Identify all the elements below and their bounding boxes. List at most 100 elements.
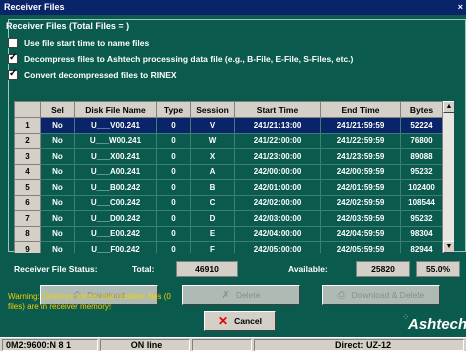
- file-name-cell: U___X00.241: [74, 148, 157, 165]
- session-cell: B: [190, 179, 235, 196]
- title-bar: Receiver Files ×: [0, 0, 466, 15]
- sel-cell[interactable]: No: [40, 225, 75, 242]
- download-delete-label: Download & Delete: [351, 290, 425, 300]
- session-cell: D: [190, 210, 235, 227]
- option-label: Decompress files to Ashtech processing d…: [24, 54, 354, 64]
- type-cell: 0: [156, 194, 191, 211]
- receiver-files-window: Receiver Files (Total Files = ) Use file…: [0, 15, 466, 337]
- cancel-x-icon: ✕: [218, 314, 229, 328]
- start-time-cell: 242/02:00:00: [234, 194, 321, 211]
- row-number: 8: [14, 225, 41, 242]
- bytes-cell: 95232: [400, 210, 443, 227]
- delete-label: Delete: [235, 290, 261, 300]
- port-settings: 0M2:9600:N 8 1: [2, 339, 98, 351]
- type-cell: 0: [156, 225, 191, 242]
- table-row[interactable]: 3 No U___X00.241 0 X 241/23:00:00 241/23…: [14, 148, 443, 165]
- sel-cell[interactable]: No: [40, 132, 75, 149]
- row-number: 6: [14, 194, 41, 211]
- file-name-cell: U___D00.242: [74, 210, 157, 227]
- type-cell: 0: [156, 132, 191, 149]
- sel-cell[interactable]: No: [40, 194, 75, 211]
- scroll-up-icon[interactable]: ▲: [443, 101, 454, 113]
- col-header-start-time[interactable]: Start Time: [234, 101, 321, 118]
- option-label: Use file start time to name files: [24, 38, 150, 48]
- available-label: Available:: [288, 264, 328, 274]
- table-scrollbar[interactable]: ▲ ▼: [442, 101, 454, 253]
- start-time-cell: 242/04:00:00: [234, 225, 321, 242]
- table-row[interactable]: 5 No U___B00.242 0 B 242/01:00:00 242/01…: [14, 179, 443, 196]
- file-table-grid[interactable]: Sel Disk File Name Type Session Start Ti…: [14, 101, 454, 253]
- session-cell: W: [190, 132, 235, 149]
- sel-cell[interactable]: No: [40, 241, 75, 253]
- use-start-time-checkbox[interactable]: [8, 38, 18, 48]
- option-decompress[interactable]: Decompress files to Ashtech processing d…: [8, 52, 354, 65]
- session-cell: A: [190, 163, 235, 180]
- start-time-cell: 241/21:13:00: [234, 117, 321, 134]
- start-time-cell: 242/05:00:00: [234, 241, 321, 253]
- end-time-cell: 242/01:59:59: [320, 179, 401, 196]
- window-title: Receiver Files: [4, 2, 65, 12]
- group-title: Receiver Files (Total Files = ): [6, 21, 130, 31]
- scroll-down-icon[interactable]: ▼: [443, 241, 454, 253]
- file-name-cell: U___A00.241: [74, 163, 157, 180]
- end-time-cell: 242/03:59:59: [320, 210, 401, 227]
- file-name-cell: U___E00.242: [74, 225, 157, 242]
- session-cell: X: [190, 148, 235, 165]
- direct-status: Direct: UZ-12: [254, 339, 464, 351]
- rinex-checkbox[interactable]: [8, 68, 18, 80]
- start-time-cell: 241/22:00:00: [234, 132, 321, 149]
- sel-cell[interactable]: No: [40, 163, 75, 180]
- bytes-cell: 76800: [400, 132, 443, 149]
- option-rinex[interactable]: Convert decompressed files to RINEX: [8, 68, 177, 81]
- total-label: Total:: [132, 264, 155, 274]
- table-row[interactable]: 9 No U___F00.242 0 F 242/05:00:00 242/05…: [14, 241, 443, 253]
- type-cell: 0: [156, 210, 191, 227]
- total-value: 46910: [176, 261, 238, 277]
- status-bar: 0M2:9600:N 8 1 ON line Direct: UZ-12: [0, 337, 466, 351]
- session-cell: F: [190, 241, 235, 253]
- delete-button[interactable]: ✗ Delete: [182, 285, 300, 305]
- end-time-cell: 242/02:59:59: [320, 194, 401, 211]
- start-time-cell: 242/01:00:00: [234, 179, 321, 196]
- end-time-cell: 242/04:59:59: [320, 225, 401, 242]
- session-cell: E: [190, 225, 235, 242]
- col-header-end-time[interactable]: End Time: [320, 101, 401, 118]
- download-delete-icon: ⎙: [337, 289, 346, 301]
- col-header-session[interactable]: Session: [190, 101, 235, 118]
- close-icon[interactable]: ×: [458, 0, 463, 15]
- file-name-cell: U___C00.242: [74, 194, 157, 211]
- end-time-cell: 241/23:59:59: [320, 148, 401, 165]
- table-row[interactable]: 2 No U___W00.241 0 W 241/22:00:00 241/22…: [14, 132, 443, 149]
- status-label: Receiver File Status:: [14, 264, 98, 274]
- sel-cell[interactable]: No: [40, 148, 75, 165]
- download-delete-button[interactable]: ⎙ Download & Delete: [322, 285, 440, 305]
- percent-value: 55.0%: [416, 261, 460, 277]
- col-header-sel[interactable]: Sel: [40, 101, 75, 118]
- bytes-cell: 98304: [400, 225, 443, 242]
- bytes-cell: 102400: [400, 179, 443, 196]
- decompress-checkbox[interactable]: [8, 52, 18, 64]
- option-use-start-time[interactable]: Use file start time to name files: [8, 37, 149, 49]
- type-cell: 0: [156, 179, 191, 196]
- session-cell: C: [190, 194, 235, 211]
- cancel-label: Cancel: [234, 316, 262, 326]
- row-number: 2: [14, 132, 41, 149]
- start-time-cell: 242/03:00:00: [234, 210, 321, 227]
- sel-cell[interactable]: No: [40, 179, 75, 196]
- sel-cell[interactable]: No: [40, 117, 75, 134]
- cancel-button[interactable]: ✕ Cancel: [204, 311, 276, 331]
- col-header-type[interactable]: Type: [156, 101, 191, 118]
- row-number: 5: [14, 179, 41, 196]
- table-row[interactable]: 4 No U___A00.241 0 A 242/00:00:00 242/00…: [14, 163, 443, 180]
- end-time-cell: 241/21:59:59: [320, 117, 401, 134]
- table-row[interactable]: 1 No U___V00.241 0 V 241/21:13:00 241/21…: [14, 117, 443, 134]
- sel-cell[interactable]: No: [40, 210, 75, 227]
- col-header-bytes[interactable]: Bytes: [400, 101, 443, 118]
- col-header-file-name[interactable]: Disk File Name: [74, 101, 157, 118]
- table-row[interactable]: 7 No U___D00.242 0 D 242/03:00:00 242/03…: [14, 210, 443, 227]
- table-row[interactable]: 6 No U___C00.242 0 C 242/02:00:00 242/02…: [14, 194, 443, 211]
- row-number: 4: [14, 163, 41, 180]
- table-row[interactable]: 8 No U___E00.242 0 E 242/04:00:00 242/04…: [14, 225, 443, 242]
- available-value: 25820: [356, 261, 410, 277]
- option-label: Convert decompressed files to RINEX: [24, 70, 177, 80]
